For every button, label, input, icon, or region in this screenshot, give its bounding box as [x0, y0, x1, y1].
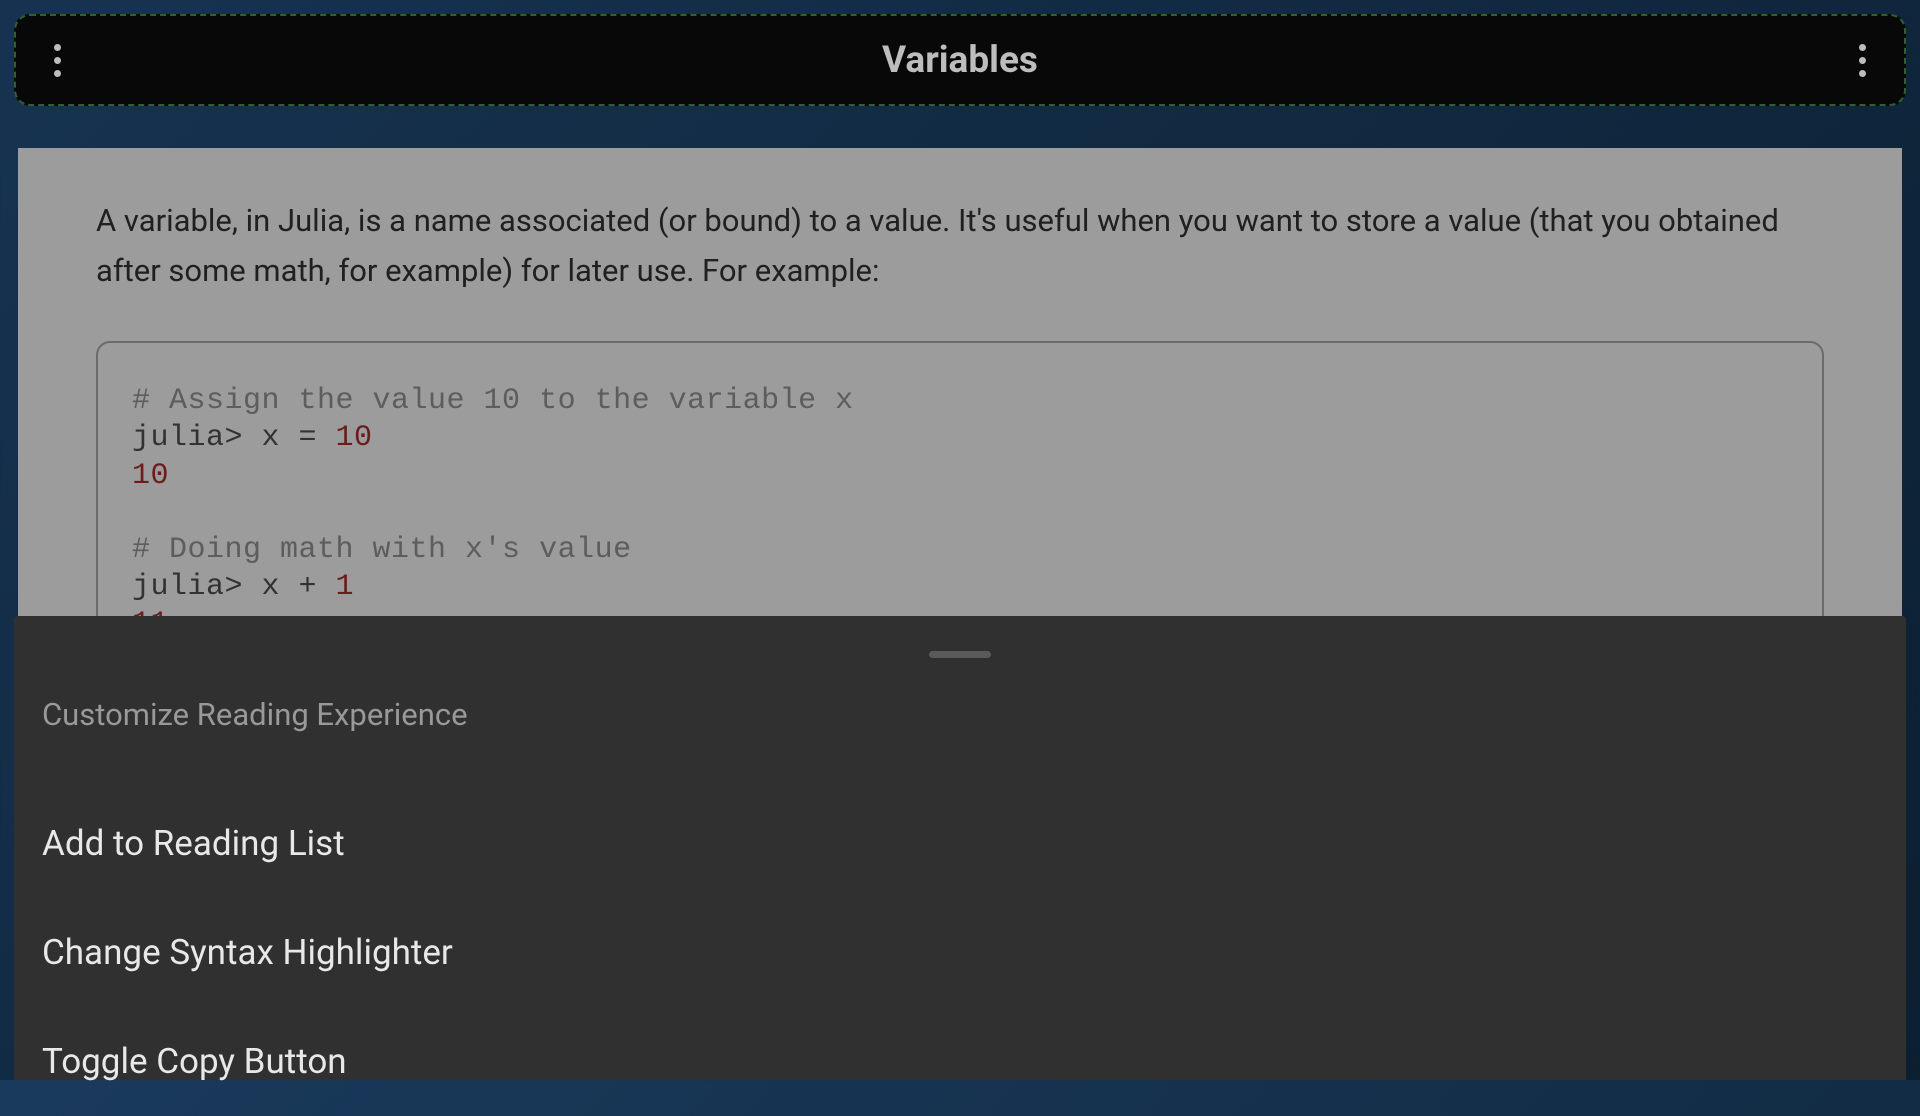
bottom-sheet: Customize Reading Experience Add to Read… [14, 616, 1906, 1080]
code-prompt: julia> x + [132, 570, 336, 604]
code-prompt: julia> x = [132, 421, 336, 455]
page-title: Variables [882, 39, 1038, 82]
code-number: 1 [336, 570, 355, 604]
code-result: 10 [132, 459, 169, 493]
code-comment: # Assign the value 10 to the variable x [132, 384, 854, 418]
sheet-content: Customize Reading Experience Add to Read… [14, 658, 1906, 1116]
sheet-option-toggle-copy[interactable]: Toggle Copy Button [42, 1007, 1878, 1116]
menu-right-icon[interactable] [1849, 34, 1876, 87]
code-number: 10 [336, 421, 373, 455]
sheet-option-add-reading-list[interactable]: Add to Reading List [42, 789, 1878, 898]
drag-handle-icon[interactable] [929, 651, 991, 658]
code-comment: # Doing math with x's value [132, 533, 632, 567]
sheet-option-change-syntax[interactable]: Change Syntax Highlighter [42, 898, 1878, 1007]
app-header: Variables [14, 14, 1906, 106]
sheet-title: Customize Reading Experience [42, 696, 1878, 733]
menu-left-icon[interactable] [44, 34, 71, 87]
intro-paragraph: A variable, in Julia, is a name associat… [96, 196, 1824, 295]
